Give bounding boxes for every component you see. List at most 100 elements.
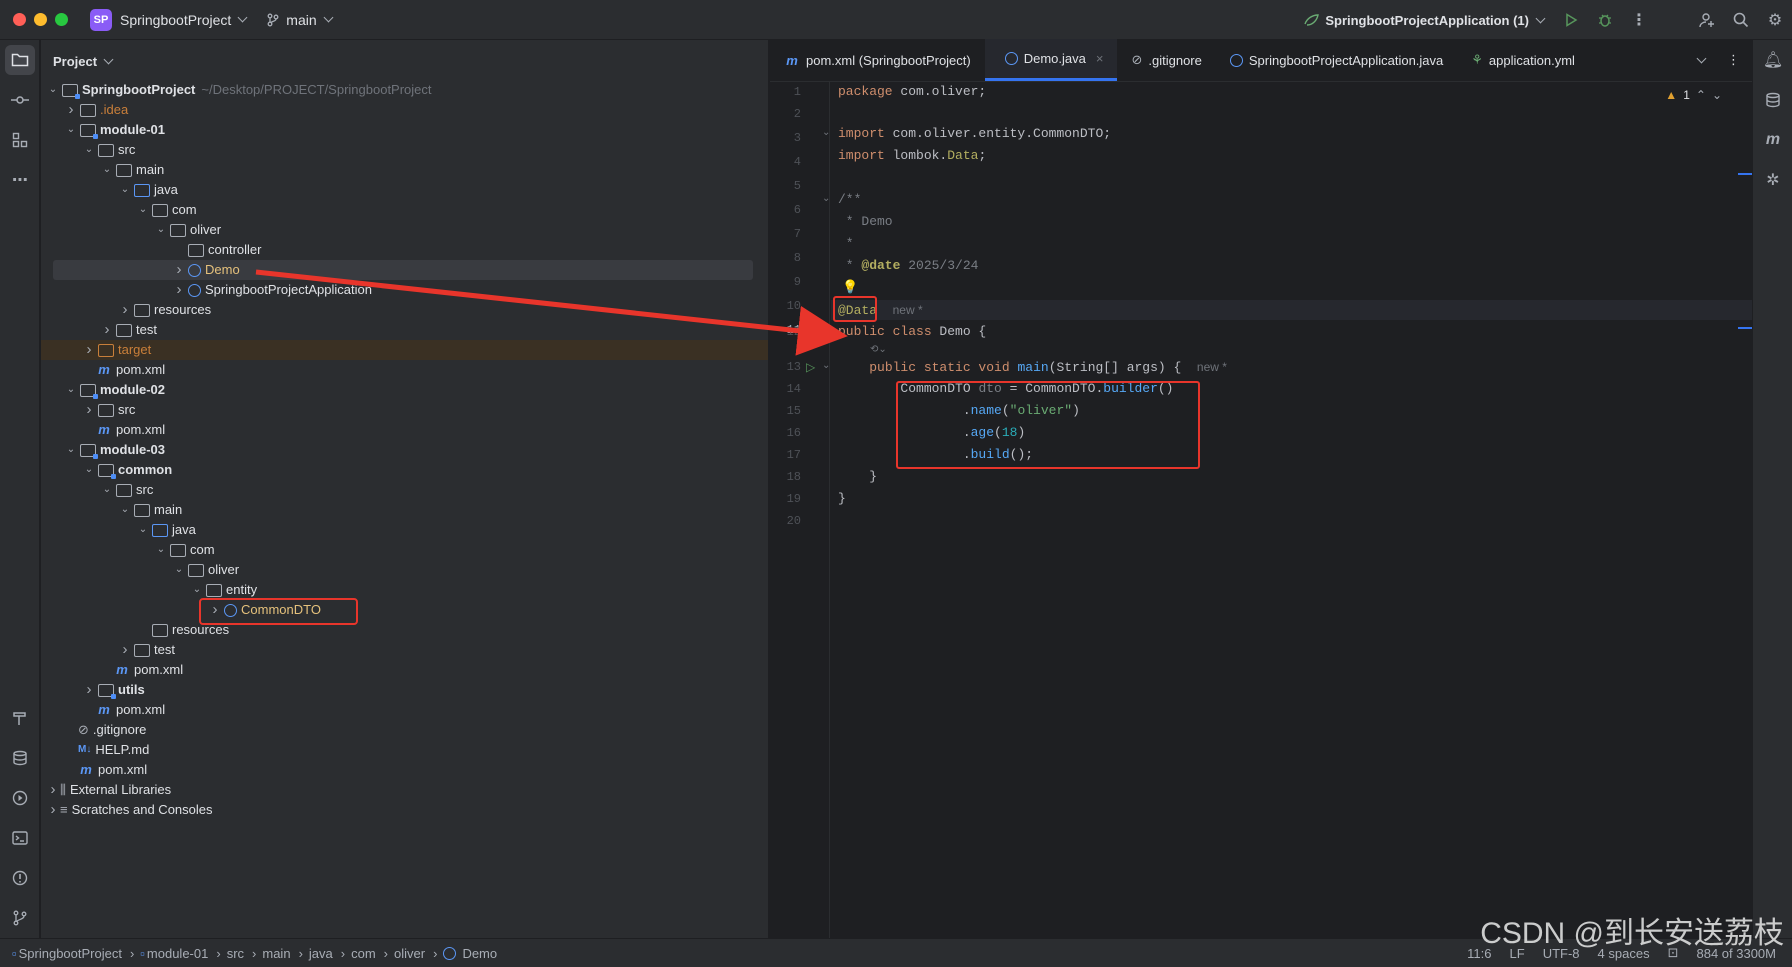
maximize-window-button[interactable] xyxy=(55,13,68,26)
tree-item[interactable]: › ≡ Scratches and Consoles xyxy=(41,800,768,820)
tree-item[interactable]: M↓ HELP.md xyxy=(41,740,768,760)
chevron-right-icon[interactable]: › xyxy=(172,280,186,300)
tree-item[interactable]: › .idea xyxy=(41,100,768,120)
tree-item[interactable]: m pom.xml xyxy=(41,760,768,780)
tree-item[interactable]: › resources xyxy=(41,300,768,320)
tab-springboot-application[interactable]: SpringbootProjectApplication.java xyxy=(1216,39,1457,81)
tree-item[interactable]: m pom.xml xyxy=(41,420,768,440)
minimize-window-button[interactable] xyxy=(34,13,47,26)
tree-item[interactable]: › SpringbootProjectApplication xyxy=(41,280,768,300)
chevron-right-icon[interactable]: › xyxy=(46,800,60,820)
chevron-right-icon[interactable]: › xyxy=(172,260,186,280)
breadcrumb-item[interactable]: oliver xyxy=(394,946,425,961)
commit-tool-button[interactable] xyxy=(0,80,40,120)
chevron-down-icon[interactable]: ⌄ xyxy=(46,80,60,100)
tree-item[interactable]: ⌄ entity xyxy=(41,580,768,600)
project-tool-button[interactable] xyxy=(5,45,35,75)
chevron-down-icon[interactable]: ⌄ xyxy=(136,200,150,220)
tree-item[interactable]: ⌄ com xyxy=(41,200,768,220)
chevron-down-icon[interactable]: ⌄ xyxy=(64,120,78,140)
chevron-down-icon[interactable]: ⌄ xyxy=(82,140,96,160)
tree-item[interactable]: ⌄ common xyxy=(41,460,768,480)
tree-item[interactable]: ⌄ main xyxy=(41,160,768,180)
tree-item[interactable]: ⌄ com xyxy=(41,540,768,560)
chevron-right-icon[interactable]: › xyxy=(118,300,132,320)
tree-item[interactable]: ⌄ src xyxy=(41,140,768,160)
database-button[interactable] xyxy=(1753,80,1792,120)
fold-icon[interactable]: ⌄ xyxy=(822,127,830,138)
account-button[interactable] xyxy=(1690,3,1724,37)
maven-button[interactable]: m xyxy=(1753,120,1792,160)
chevron-up-icon[interactable]: ⌃ xyxy=(1696,88,1706,102)
terminal-tool-button[interactable] xyxy=(0,818,40,858)
tab-gitignore[interactable]: ⊘ .gitignore xyxy=(1117,39,1215,81)
tab-pom-xml[interactable]: m pom.xml (SpringbootProject) xyxy=(770,39,985,81)
more-actions-button[interactable]: ⋮ xyxy=(1622,3,1656,37)
tab-demo-java[interactable]: Demo.java × xyxy=(984,39,1118,81)
chevron-down-icon[interactable]: ⌄ xyxy=(118,500,132,520)
tree-item[interactable]: › target xyxy=(41,340,768,360)
breadcrumb-item[interactable]: SpringbootProject xyxy=(19,946,122,961)
chevron-down-icon[interactable]: ⌄ xyxy=(100,480,114,500)
chevron-down-icon[interactable]: ⌄ xyxy=(172,560,186,580)
breadcrumb-item[interactable]: module-01 xyxy=(147,946,208,961)
services-tool-button[interactable] xyxy=(0,778,40,818)
tree-item[interactable]: ⌄ SpringbootProject ~/Desktop/PROJECT/Spri… xyxy=(41,80,768,100)
tree-item[interactable]: m pom.xml xyxy=(41,360,768,380)
chevron-right-icon[interactable]: › xyxy=(82,400,96,420)
tree-item[interactable]: › test xyxy=(41,320,768,340)
chevron-down-icon[interactable]: ⌄ xyxy=(1712,88,1722,102)
inspection-widget[interactable]: ▲ 1 ⌃ ⌄ xyxy=(1665,88,1722,102)
project-switcher[interactable]: SP SpringbootProject xyxy=(90,8,248,31)
tree-item[interactable]: › ⫼ External Libraries xyxy=(41,780,768,800)
notifications-button[interactable]: 🔔︎ xyxy=(1753,40,1792,80)
tree-item[interactable]: › test xyxy=(41,640,768,660)
tree-item[interactable]: ⌄ oliver xyxy=(41,220,768,240)
chevron-right-icon[interactable]: › xyxy=(82,680,96,700)
fold-icon[interactable]: ⌄ xyxy=(822,193,830,204)
chevron-down-icon[interactable]: ⌄ xyxy=(154,540,168,560)
chevron-right-icon[interactable]: › xyxy=(208,600,222,620)
debug-button[interactable] xyxy=(1588,3,1622,37)
chevron-right-icon[interactable]: › xyxy=(64,100,78,120)
tree-item[interactable]: ⌄ main xyxy=(41,500,768,520)
database-tool-button[interactable] xyxy=(0,738,40,778)
tree-item[interactable]: ⌄ oliver xyxy=(41,560,768,580)
run-button[interactable] xyxy=(1554,3,1588,37)
branch-switcher[interactable]: main xyxy=(266,12,334,28)
breadcrumb-item[interactable]: main xyxy=(262,946,290,961)
breadcrumb-item[interactable]: java xyxy=(309,946,333,961)
tree-item[interactable]: › utils xyxy=(41,680,768,700)
chevron-down-icon[interactable]: ⌄ xyxy=(190,580,204,600)
tree-item[interactable]: › CommonDTO xyxy=(41,600,768,620)
tree-item[interactable]: ⌄ module-03 xyxy=(41,440,768,460)
chevron-right-icon[interactable]: › xyxy=(46,780,60,800)
close-window-button[interactable] xyxy=(13,13,26,26)
breadcrumb-item[interactable]: src xyxy=(227,946,244,961)
tree-item[interactable]: m pom.xml xyxy=(41,700,768,720)
chevron-down-icon[interactable]: ⌄ xyxy=(82,460,96,480)
tree-item[interactable]: ⌄ java xyxy=(41,520,768,540)
project-panel-header[interactable]: Project xyxy=(41,40,768,82)
problems-tool-button[interactable] xyxy=(0,858,40,898)
close-tab-icon[interactable]: × xyxy=(1096,51,1104,66)
chevron-down-icon[interactable]: ⌄ xyxy=(118,180,132,200)
chevron-down-icon[interactable]: ⌄ xyxy=(64,440,78,460)
lightbulb-icon[interactable]: 💡 xyxy=(842,278,858,298)
tree-item[interactable]: ⊘ .gitignore xyxy=(41,720,768,740)
chevron-right-icon[interactable]: › xyxy=(100,320,114,340)
tab-application-yml[interactable]: ⚘ application.yml xyxy=(1457,39,1589,81)
chevron-right-icon[interactable]: › xyxy=(82,340,96,360)
tree-item[interactable]: ⌄ module-01 xyxy=(41,120,768,140)
tree-item[interactable]: ⌄ java xyxy=(41,180,768,200)
tree-item[interactable]: › Demo xyxy=(53,260,753,280)
settings-button[interactable]: ⚙ xyxy=(1758,3,1792,37)
tab-list-button[interactable] xyxy=(1680,39,1715,81)
ai-assistant-button[interactable]: ✲ xyxy=(1753,160,1792,200)
run-gutter-icon[interactable]: ▷ xyxy=(806,360,815,374)
search-button[interactable] xyxy=(1724,3,1758,37)
tree-item[interactable]: m pom.xml xyxy=(41,660,768,680)
chevron-down-icon[interactable]: ⌄ xyxy=(100,160,114,180)
chevron-right-icon[interactable]: › xyxy=(118,640,132,660)
tab-more-button[interactable]: ⋮ xyxy=(1715,39,1752,81)
